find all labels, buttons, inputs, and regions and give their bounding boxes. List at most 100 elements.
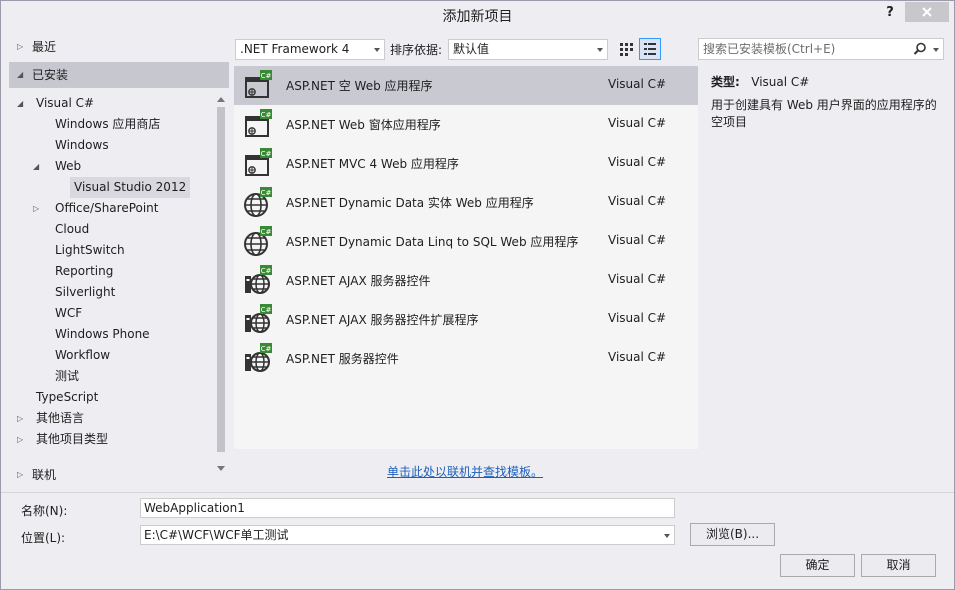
tree-item[interactable]: 测试 bbox=[51, 366, 83, 387]
framework-select[interactable]: .NET Framework 4 bbox=[235, 39, 385, 60]
tree-item[interactable]: Silverlight bbox=[51, 282, 119, 303]
tree-item[interactable]: ◢ Web bbox=[33, 156, 85, 177]
svg-text:C#: C# bbox=[261, 150, 272, 158]
browse-button[interactable]: 浏览(B)... bbox=[690, 523, 775, 546]
template-list: C# ASP.NET 空 Web 应用程序 Visual C# C# ASP.NET W… bbox=[234, 66, 698, 449]
tree-item-label: Windows 应用商店 bbox=[55, 117, 161, 131]
nav-online[interactable]: ▷ 联机 bbox=[9, 462, 229, 488]
scroll-up-icon[interactable] bbox=[217, 97, 225, 102]
ok-button[interactable]: 确定 bbox=[780, 554, 855, 577]
tree-item[interactable]: TypeScript bbox=[32, 387, 102, 408]
tree-item-label: Office/SharePoint bbox=[55, 201, 159, 215]
tree-item-label: Windows bbox=[55, 138, 109, 152]
svg-text:C#: C# bbox=[261, 72, 272, 80]
svg-text:C#: C# bbox=[261, 267, 272, 275]
template-name: ASP.NET 服务器控件 bbox=[286, 352, 399, 366]
server-control-icon: C# bbox=[242, 264, 274, 296]
sort-select[interactable]: 默认值 bbox=[448, 39, 608, 60]
web-app-icon: C# bbox=[242, 147, 274, 179]
tree-item[interactable]: Windows Phone bbox=[51, 324, 154, 345]
tree-item[interactable]: Windows bbox=[51, 135, 113, 156]
nav-installed[interactable]: ◢ 已安装 bbox=[9, 62, 229, 88]
template-tree: ◢ Visual C# Windows 应用商店 Windows ◢ Web Visual … bbox=[9, 93, 214, 463]
template-name: ASP.NET Dynamic Data 实体 Web 应用程序 bbox=[286, 196, 534, 210]
template-name: ASP.NET AJAX 服务器控件扩展程序 bbox=[286, 313, 479, 327]
expand-arrow-icon[interactable]: ▷ bbox=[17, 408, 23, 429]
tree-item[interactable]: Cloud bbox=[51, 219, 93, 240]
chevron-down-icon bbox=[597, 48, 603, 52]
location-label: 位置(L): bbox=[21, 531, 66, 545]
close-button[interactable] bbox=[905, 2, 949, 22]
tree-item[interactable]: ▷ 其他语言 bbox=[17, 408, 88, 429]
chevron-down-icon[interactable] bbox=[664, 534, 670, 538]
add-new-project-dialog: 添加新项目 ? ▷ 最近 ◢ 已安装 ◢ Visual C# Windows 应用商… bbox=[0, 0, 955, 590]
chevron-down-icon[interactable] bbox=[933, 48, 939, 52]
template-row[interactable]: C# ASP.NET AJAX 服务器控件扩展程序 Visual C# bbox=[234, 300, 698, 339]
title-bar: 添加新项目 ? bbox=[1, 1, 954, 31]
template-row[interactable]: C# ASP.NET Dynamic Data Linq to SQL Web 应… bbox=[234, 222, 698, 261]
template-name: ASP.NET 空 Web 应用程序 bbox=[286, 79, 433, 93]
nav-recent[interactable]: ▷ 最近 bbox=[9, 34, 229, 60]
svg-text:C#: C# bbox=[261, 111, 272, 119]
location-field[interactable]: E:\C#\WCF\WCF单工测试 bbox=[140, 525, 675, 545]
svg-text:C#: C# bbox=[261, 306, 272, 314]
expand-arrow-icon: ▷ bbox=[17, 42, 24, 51]
collapse-arrow-icon[interactable]: ◢ bbox=[33, 156, 39, 177]
cancel-button[interactable]: 取消 bbox=[861, 554, 936, 577]
dialog-title: 添加新项目 bbox=[442, 9, 513, 25]
tree-item-label: Windows Phone bbox=[55, 327, 150, 341]
globe-icon: C# bbox=[242, 186, 274, 218]
tree-item-label: 测试 bbox=[55, 369, 80, 383]
template-language: Visual C# bbox=[608, 350, 667, 364]
tree-item-label: TypeScript bbox=[36, 390, 99, 404]
svg-text:C#: C# bbox=[261, 189, 272, 197]
template-name: ASP.NET AJAX 服务器控件 bbox=[286, 274, 431, 288]
search-online-link[interactable]: 单击此处以联机并查找模板。 bbox=[387, 463, 543, 480]
tree-item[interactable]: WCF bbox=[51, 303, 86, 324]
expand-arrow-icon[interactable]: ▷ bbox=[17, 429, 23, 450]
tree-item[interactable]: Visual Studio 2012 bbox=[70, 177, 191, 198]
tree-item-label: Workflow bbox=[55, 348, 111, 362]
expand-arrow-icon[interactable]: ▷ bbox=[33, 198, 39, 219]
tree-item[interactable]: Reporting bbox=[51, 261, 117, 282]
template-row[interactable]: C# ASP.NET 空 Web 应用程序 Visual C# bbox=[234, 66, 698, 105]
collapse-arrow-icon: ◢ bbox=[17, 70, 24, 79]
svg-text:C#: C# bbox=[261, 345, 272, 353]
collapse-arrow-icon[interactable]: ◢ bbox=[17, 93, 23, 114]
expand-arrow-icon: ▷ bbox=[17, 470, 24, 479]
template-row[interactable]: C# ASP.NET MVC 4 Web 应用程序 Visual C# bbox=[234, 144, 698, 183]
template-row[interactable]: C# ASP.NET Dynamic Data 实体 Web 应用程序 Visual… bbox=[234, 183, 698, 222]
template-row[interactable]: C# ASP.NET 服务器控件 Visual C# bbox=[234, 339, 698, 378]
tree-item[interactable]: ◢ Visual C# bbox=[17, 93, 98, 114]
tree-item[interactable]: Workflow bbox=[51, 345, 114, 366]
server-control-icon: C# bbox=[242, 303, 274, 335]
web-app-icon: C# bbox=[242, 108, 274, 140]
grid-view-icon bbox=[620, 43, 633, 56]
tree-item[interactable]: LightSwitch bbox=[51, 240, 129, 261]
server-control-icon: C# bbox=[242, 342, 274, 374]
scroll-thumb[interactable] bbox=[217, 107, 225, 452]
help-button[interactable]: ? bbox=[881, 4, 899, 24]
tree-item-label: Visual C# bbox=[36, 96, 95, 110]
tree-item[interactable]: ▷ Office/SharePoint bbox=[33, 198, 163, 219]
tree-item[interactable]: ▷ 其他项目类型 bbox=[17, 429, 112, 450]
search-templates-input[interactable]: 搜索已安装模板(Ctrl+E) bbox=[698, 38, 944, 60]
tree-item-label: Visual Studio 2012 bbox=[74, 180, 187, 194]
tree-item[interactable]: Windows 应用商店 bbox=[51, 114, 164, 135]
chevron-down-icon bbox=[374, 48, 380, 52]
list-view-icon bbox=[644, 43, 656, 55]
template-name: ASP.NET Web 窗体应用程序 bbox=[286, 118, 441, 132]
small-icons-view-button[interactable] bbox=[615, 38, 637, 60]
project-settings: 名称(N): WebApplication1 位置(L): E:\C#\WCF\… bbox=[1, 492, 954, 589]
template-language: Visual C# bbox=[608, 233, 667, 247]
project-name-field[interactable]: WebApplication1 bbox=[140, 498, 675, 518]
search-icon[interactable] bbox=[913, 42, 927, 56]
tree-scrollbar[interactable] bbox=[214, 93, 228, 471]
template-description-text: 用于创建具有 Web 用户界面的应用程序的空项目 bbox=[711, 98, 937, 129]
template-language: Visual C# bbox=[608, 77, 667, 91]
template-row[interactable]: C# ASP.NET Web 窗体应用程序 Visual C# bbox=[234, 105, 698, 144]
list-view-button[interactable] bbox=[639, 38, 661, 60]
tree-item-label: 其他项目类型 bbox=[36, 432, 109, 446]
template-row[interactable]: C# ASP.NET AJAX 服务器控件 Visual C# bbox=[234, 261, 698, 300]
template-language: Visual C# bbox=[608, 272, 667, 286]
